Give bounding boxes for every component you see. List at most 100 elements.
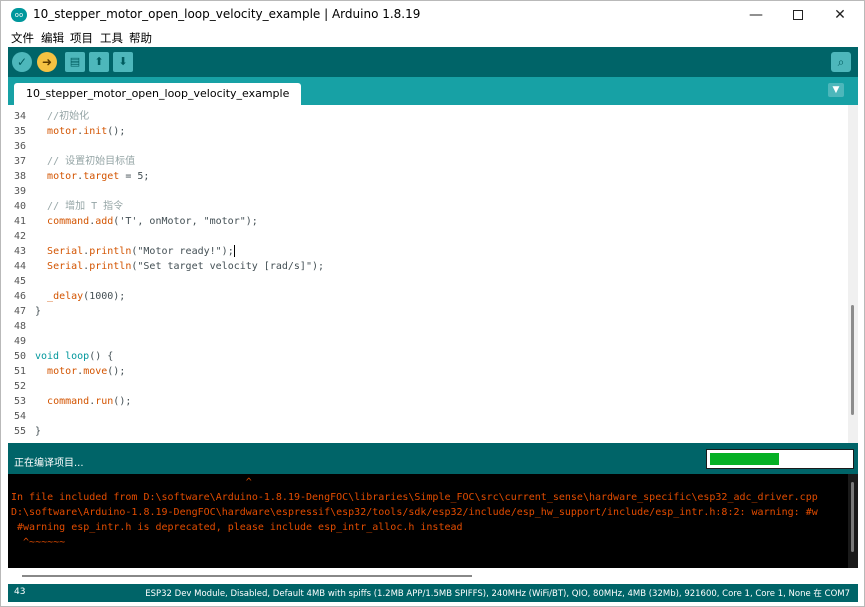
code-token: move xyxy=(83,366,108,377)
code-text: motor.init(); xyxy=(35,124,125,139)
line-number: 42 xyxy=(14,231,27,242)
line-number: 39 xyxy=(14,186,27,197)
code-line[interactable]: 45 xyxy=(8,274,848,289)
code-line[interactable]: 44 Serial.println("Set target velocity [… xyxy=(8,259,848,274)
window-title: 10_stepper_motor_open_loop_velocity_exam… xyxy=(33,7,421,21)
menu-edit[interactable]: 编辑 xyxy=(41,30,64,46)
line-number: 45 xyxy=(14,276,27,287)
code-line[interactable]: 34 //初始化 xyxy=(8,109,848,124)
tab-menu-button[interactable]: ▼ xyxy=(828,83,844,97)
menu-tools[interactable]: 工具 xyxy=(100,30,123,46)
line-number: 43 xyxy=(14,246,27,257)
menu-sketch[interactable]: 项目 xyxy=(70,30,93,46)
code-token: println xyxy=(89,246,132,257)
code-line[interactable]: 43 Serial.println("Motor ready!"); xyxy=(8,244,848,259)
arrow-right-icon: ➜ xyxy=(41,55,53,69)
tab-sketch[interactable]: 10_stepper_motor_open_loop_velocity_exam… xyxy=(14,83,302,105)
save-sketch-button[interactable]: ⬇ xyxy=(113,52,133,72)
maximize-icon xyxy=(793,10,803,20)
code-line[interactable]: 53 command.run(); xyxy=(8,394,848,409)
code-line[interactable]: 49 xyxy=(8,334,848,349)
code-token: motor xyxy=(47,126,78,137)
code-line[interactable]: 36 xyxy=(8,139,848,154)
status-message: 正在编译项目... xyxy=(14,458,84,469)
code-token: // 设置初始目标值 xyxy=(47,156,136,167)
code-text: //初始化 xyxy=(35,109,89,124)
editor-scrollbar[interactable] xyxy=(848,105,858,443)
progress-fill xyxy=(710,453,779,465)
code-text: motor.target = 5; xyxy=(35,169,149,184)
code-text: _delay(1000); xyxy=(35,289,125,304)
verify-button[interactable]: ✓ xyxy=(12,52,32,72)
code-line[interactable]: 51 motor.move(); xyxy=(8,364,848,379)
code-token: } xyxy=(35,426,42,437)
code-line[interactable]: 37 // 设置初始目标值 xyxy=(8,154,848,169)
horizontal-scrollbar-thumb[interactable] xyxy=(22,575,472,577)
open-sketch-button[interactable]: ⬆ xyxy=(89,52,109,72)
maximize-button[interactable] xyxy=(776,1,820,29)
menu-help[interactable]: 帮助 xyxy=(129,30,152,46)
text-caret xyxy=(233,245,235,257)
code-token: loop xyxy=(65,351,90,362)
line-number: 55 xyxy=(14,426,27,437)
toolbar: ✓ ➜ ▤ ⬆ ⬇ ⌕ xyxy=(8,47,858,77)
code-line[interactable]: 52 xyxy=(8,379,848,394)
new-file-icon: ▤ xyxy=(69,55,81,68)
line-number: 34 xyxy=(14,111,27,122)
code-line[interactable]: 42 xyxy=(8,229,848,244)
close-button[interactable]: ✕ xyxy=(818,1,862,29)
tab-bar: 10_stepper_motor_open_loop_velocity_exam… xyxy=(8,77,858,105)
code-token: () { xyxy=(89,351,114,362)
line-number: 44 xyxy=(14,261,27,272)
output-console[interactable]: ^ In file included from D:\software\Ardui… xyxy=(8,474,858,568)
code-line[interactable]: 50 void loop() { xyxy=(8,349,848,364)
checkmark-icon: ✓ xyxy=(16,55,28,69)
magnifier-icon: ⌕ xyxy=(837,55,845,69)
upload-button[interactable]: ➜ xyxy=(37,52,57,72)
editor-scrollbar-thumb[interactable] xyxy=(851,305,854,415)
line-number: 38 xyxy=(14,171,27,182)
code-line[interactable]: 41 command.add('T', onMotor, "motor"); xyxy=(8,214,848,229)
console-scrollbar-thumb[interactable] xyxy=(851,482,854,552)
line-number: 41 xyxy=(14,216,27,227)
console-horizontal-scrollbar[interactable] xyxy=(8,568,858,584)
code-line[interactable]: 40 // 增加 T 指令 xyxy=(8,199,848,214)
code-token: } xyxy=(35,306,42,317)
serial-monitor-button[interactable]: ⌕ xyxy=(831,52,851,72)
board-info: ESP32 Dev Module, Disabled, Default 4MB … xyxy=(145,589,850,599)
chevron-down-icon: ▼ xyxy=(832,85,840,95)
console-line: ^~~~~~~ xyxy=(11,537,66,548)
code-token: ("Set target velocity [rad/s]"); xyxy=(131,261,325,272)
code-token: println xyxy=(89,261,132,272)
menu-file[interactable]: 文件 xyxy=(11,30,34,46)
line-number: 54 xyxy=(14,411,27,422)
code-line[interactable]: 35 motor.init(); xyxy=(8,124,848,139)
code-token: (); xyxy=(107,126,126,137)
minimize-button[interactable]: — xyxy=(734,1,778,29)
console-line: #warning esp_intr.h is deprecated, pleas… xyxy=(11,522,463,533)
console-scrollbar[interactable] xyxy=(848,474,858,568)
code-line[interactable]: 39 xyxy=(8,184,848,199)
code-line[interactable]: 48 xyxy=(8,319,848,334)
code-token: target xyxy=(83,171,120,182)
code-token: run xyxy=(95,396,114,407)
save-arrow-down-icon: ⬇ xyxy=(118,55,128,68)
code-text: Serial.println("Motor ready!"); xyxy=(35,244,235,259)
new-sketch-button[interactable]: ▤ xyxy=(65,52,85,72)
line-number: 47 xyxy=(14,306,27,317)
line-number: 35 xyxy=(14,126,27,137)
cursor-line-number: 43 xyxy=(14,587,26,597)
code-token: add xyxy=(95,216,114,227)
code-line[interactable]: 38 motor.target = 5; xyxy=(8,169,848,184)
code-line[interactable]: 54 xyxy=(8,409,848,424)
code-token: // 增加 T 指令 xyxy=(47,201,124,212)
line-number: 46 xyxy=(14,291,27,302)
line-number: 48 xyxy=(14,321,27,332)
code-line[interactable]: 47} xyxy=(8,304,848,319)
code-line[interactable]: 55} xyxy=(8,424,848,439)
code-line[interactable]: 46 _delay(1000); xyxy=(8,289,848,304)
code-editor[interactable]: 34 //初始化 35 motor.init(); 36 37 // 设置初始目标值 3… xyxy=(8,105,858,443)
